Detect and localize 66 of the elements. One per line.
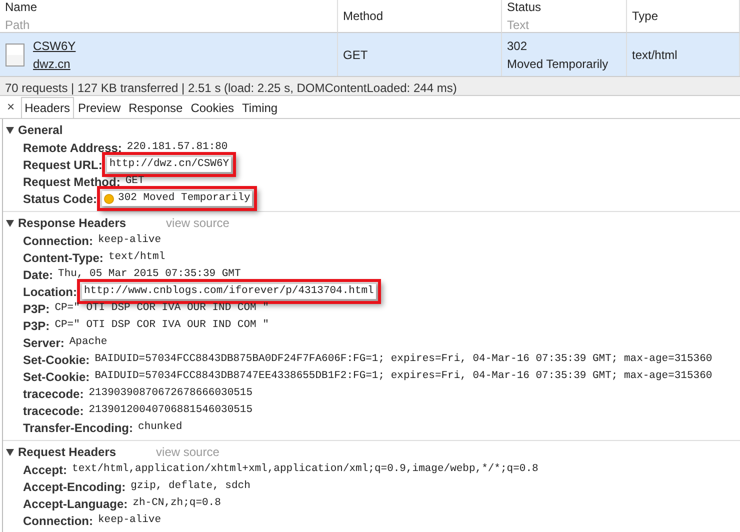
header-value: Apache: [69, 334, 108, 350]
document-icon: [5, 42, 25, 66]
header-name: Accept:: [23, 462, 68, 478]
header-name: Connection:: [23, 232, 93, 250]
column-header[interactable]: Method: [343, 7, 496, 25]
header-name: Transfer-Encoding:: [23, 420, 134, 436]
header-name: tracecode:: [23, 386, 84, 402]
method-text: GET: [343, 46, 369, 64]
header-value: text/html,application/xhtml+xml,application/xml;q=0.9,image/webp,*/*;q=0.8: [72, 462, 538, 477]
section-title[interactable]: Request Headers: [18, 443, 116, 461]
header-name: Date:: [23, 266, 54, 284]
header-name: tracecode:: [23, 402, 84, 420]
tab[interactable]: Preview: [74, 97, 125, 118]
header-name: Connection:: [23, 512, 93, 530]
header-value: Thu, 05 Mar 2015 07:35:39 GMT: [58, 266, 241, 282]
header-name: Remote Address:: [23, 140, 122, 156]
header-name: Location:: [23, 284, 77, 300]
request-row[interactable]: CSW6Y dwz.cn GET 302 Moved Temporarily text/html: [0, 33, 740, 76]
header-value: http://www.cnblogs.com/iforever/p/4313704.html: [82, 284, 376, 300]
status-text: Moved Temporarily: [507, 56, 610, 72]
header-name: Accept-Language:: [23, 496, 128, 512]
header-value: gzip, deflate, sdch: [130, 478, 250, 494]
header-name: P3P:: [23, 318, 50, 334]
column-header[interactable]: Type: [632, 7, 734, 25]
header-value: CP=" OTI DSP COR IVA OUR IND COM ": [54, 318, 269, 333]
header-value: 302 Moved Temporarily: [118, 190, 250, 206]
section-title[interactable]: General: [18, 121, 63, 139]
expanded-triangle-icon[interactable]: [6, 448, 14, 456]
tab[interactable]: Headers: [20, 97, 74, 118]
request-path-link[interactable]: dwz.cn: [33, 54, 76, 72]
header-value: GET: [125, 174, 144, 189]
status-dot-icon: [104, 194, 114, 204]
header-name: P3P:: [23, 300, 50, 318]
summary-bar: 70 requests | 127 KB transferred | 2.51 s (load: 2.25 s, DOMContentLoaded: 244 ms): [0, 76, 740, 96]
close-button[interactable]: ×: [3, 96, 21, 118]
tab[interactable]: Timing: [238, 97, 282, 118]
type-text: text/html: [632, 46, 678, 64]
header-value: keep-alive: [98, 232, 162, 248]
header-value: http://dwz.cn/CSW6Y: [107, 156, 232, 172]
header-name: Request URL:: [23, 156, 102, 174]
column-header[interactable]: Status: [507, 0, 621, 16]
header-value: BAIDUID=57034FCC8843DB875BA0DF24F7FA606F:FG=1; expires=Fri, 04-Mar-16 07:35:39 GMT; max-age=315360: [94, 352, 712, 367]
tab[interactable]: Cookies: [186, 97, 238, 118]
section-title[interactable]: Response Headers: [18, 214, 126, 232]
expanded-triangle-icon[interactable]: [6, 126, 14, 134]
header-value: 21390390870672678666030515: [88, 386, 253, 401]
header-value: BAIDUID=57034FCC8843DB8747EE4338655DB1F2:FG=1; expires=Fri, 04-Mar-16 07:35:39 GMT; max-age=315360: [94, 368, 712, 384]
header-value: 220.181.57.81:80: [126, 140, 228, 155]
header-name: Set-Cookie:: [23, 368, 90, 386]
header-value: CP=" OTI DSP COR IVA OUR IND COM ": [54, 300, 269, 316]
tab[interactable]: Response: [124, 97, 187, 118]
header-value: text/html: [108, 250, 166, 265]
header-name: Request Method:: [23, 174, 120, 190]
status-code-text: 302: [507, 38, 528, 54]
header-name: Status Code:: [23, 190, 98, 208]
expanded-triangle-icon[interactable]: [6, 219, 14, 227]
request-name-link[interactable]: CSW6Y: [33, 36, 76, 54]
column-header[interactable]: Name: [5, 0, 332, 16]
header-value: chunked: [138, 420, 182, 435]
header-name: Server:: [23, 334, 64, 352]
header-value: 21390120040706881546030515: [88, 402, 253, 418]
header-name: Content-Type:: [23, 250, 104, 266]
header-name: Accept-Encoding:: [23, 478, 126, 496]
header-value: zh-CN,zh;q=0.8: [132, 496, 221, 511]
header-name: Set-Cookie:: [23, 352, 90, 368]
header-value: keep-alive: [98, 512, 162, 528]
